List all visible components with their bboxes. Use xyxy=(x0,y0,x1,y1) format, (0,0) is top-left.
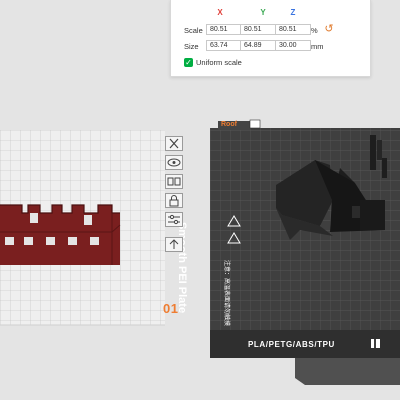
move-plate-icon[interactable] xyxy=(165,237,183,252)
uniform-scale-label: Uniform scale xyxy=(196,58,242,67)
scale-z-input[interactable] xyxy=(275,24,311,35)
scale-x-input[interactable] xyxy=(206,24,242,35)
size-x-input[interactable] xyxy=(206,40,242,51)
auto-orient-icon[interactable] xyxy=(165,155,183,170)
undo-icon[interactable]: ↺ xyxy=(322,22,336,36)
scale-panel: X Y Z Scale % ↺ Size mm ✓ Uniform scale xyxy=(170,0,371,77)
plate-index: 01 xyxy=(163,301,179,316)
axis-x-label: X xyxy=(217,8,223,17)
plate-tag-icon xyxy=(249,119,261,129)
size-z-input[interactable] xyxy=(275,40,311,51)
size-y-input[interactable] xyxy=(240,40,276,51)
size-unit: mm xyxy=(311,42,324,51)
uniform-scale-checkbox[interactable]: ✓ xyxy=(184,58,193,67)
size-label: Size xyxy=(184,42,199,51)
materials-label: PLA/PETG/ABS/TPU xyxy=(248,340,335,349)
lock-plate-icon[interactable] xyxy=(165,193,183,208)
scale-label: Scale xyxy=(184,26,203,35)
scale-unit: % xyxy=(311,26,318,35)
bambu-logo-icon xyxy=(371,339,380,348)
scale-y-input[interactable] xyxy=(240,24,276,35)
plate-settings-icon[interactable] xyxy=(165,212,183,227)
wall-model[interactable] xyxy=(0,204,121,265)
axis-z-label: Z xyxy=(290,8,296,17)
arrange-icon[interactable] xyxy=(165,174,183,189)
remove-plate-icon[interactable] xyxy=(165,136,183,151)
warning-text: 注意：高温表面请勿触摸 xyxy=(223,260,229,327)
plate-tag: Roof xyxy=(221,121,237,128)
axis-y-label: Y xyxy=(260,8,266,17)
